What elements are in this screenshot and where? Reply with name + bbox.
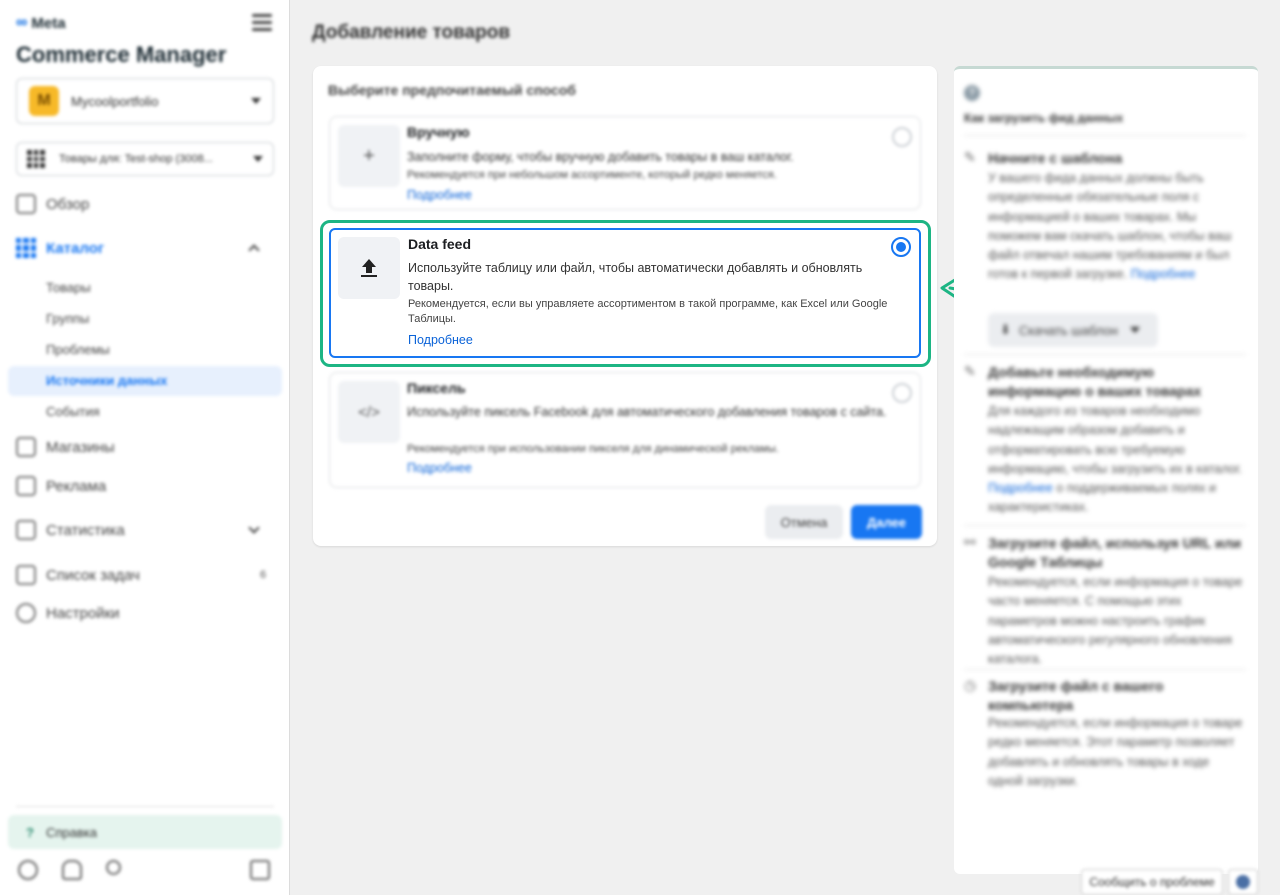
gear-icon bbox=[16, 603, 36, 623]
nav-catalog[interactable]: Каталог bbox=[16, 236, 104, 260]
option-note: Рекомендуется при небольшом ассортименте… bbox=[407, 169, 777, 181]
settings-gear-icon[interactable] bbox=[18, 860, 38, 880]
chart-icon bbox=[16, 520, 36, 540]
option-learn-more-link[interactable]: Подробнее bbox=[408, 333, 473, 347]
wrench-icon: ✎ bbox=[964, 149, 976, 165]
catalog-grid-icon bbox=[16, 238, 36, 258]
upload-icon bbox=[338, 237, 400, 299]
megaphone-icon bbox=[16, 476, 36, 496]
nav-sub-events[interactable]: События bbox=[46, 404, 100, 419]
download-icon: ⬇ bbox=[1000, 322, 1011, 337]
nav-sub-groups[interactable]: Группы bbox=[46, 311, 89, 326]
home-icon bbox=[16, 194, 36, 214]
option-pixel[interactable]: </> Пиксель Используйте пиксель Facebook… bbox=[329, 372, 921, 488]
nav-sub-issues[interactable]: Проблемы bbox=[46, 342, 110, 357]
option-data-feed[interactable]: Data feed Используйте таблицу или файл, … bbox=[329, 228, 921, 358]
nav-shops[interactable]: Магазины bbox=[16, 435, 115, 459]
link-icon: ⚯ bbox=[964, 534, 976, 550]
option-title: Пиксель bbox=[407, 380, 466, 396]
account-name: Mycoolportfolio bbox=[71, 93, 159, 109]
account-selector[interactable]: M Mycoolportfolio bbox=[16, 78, 274, 124]
help-button[interactable]: ? Справка bbox=[8, 815, 282, 849]
nav-settings[interactable]: Настройки bbox=[16, 601, 120, 625]
sidebar-footer bbox=[18, 860, 272, 884]
sidebar: ∞ Meta Commerce Manager M Mycoolportfolio… bbox=[0, 0, 290, 895]
option-manual[interactable]: + Вручную Заполните форму, чтобы вручную… bbox=[329, 116, 921, 210]
nav-sub-products[interactable]: Товары bbox=[46, 280, 91, 295]
caret-down-icon bbox=[251, 98, 261, 104]
option-learn-more-link[interactable]: Подробнее bbox=[407, 461, 472, 475]
radio-pixel[interactable] bbox=[892, 383, 912, 403]
cancel-button[interactable]: Отмена bbox=[765, 505, 843, 539]
meta-infinity-icon: ∞ bbox=[16, 14, 28, 31]
option-note: Рекомендуется при использовании пикселя … bbox=[407, 443, 779, 455]
card-heading: Выберите предпочитаемый способ bbox=[328, 82, 576, 98]
help-circle-icon: ? bbox=[964, 85, 980, 101]
clock-icon: ◷ bbox=[964, 677, 977, 693]
learn-more-link[interactable]: Подробнее bbox=[988, 481, 1053, 495]
caret-down-icon bbox=[1129, 327, 1140, 333]
help-panel: ? Как загрузить фид данных ✎ Начните с ш… bbox=[954, 66, 1258, 874]
nav-stats[interactable]: Статистика bbox=[16, 518, 125, 542]
app-title: Commerce Manager bbox=[16, 42, 227, 67]
report-problem-button[interactable]: Сообщить о проблеме bbox=[1081, 869, 1223, 895]
nav-tasks[interactable]: Список задач bbox=[16, 563, 140, 587]
option-desc: Заполните форму, чтобы вручную добавить … bbox=[407, 150, 794, 164]
nav-sub-data-sources[interactable]: Источники данных bbox=[46, 373, 167, 388]
code-icon: </> bbox=[338, 381, 400, 443]
grid-icon bbox=[27, 150, 45, 168]
option-desc: Используйте таблицу или файл, чтобы авто… bbox=[408, 261, 863, 293]
caret-down-icon bbox=[253, 156, 263, 162]
option-desc: Используйте пиксель Facebook для автомат… bbox=[407, 405, 887, 419]
radio-manual[interactable] bbox=[892, 127, 912, 147]
sidebar-divider bbox=[16, 806, 274, 807]
option-learn-more-link[interactable]: Подробнее bbox=[407, 188, 472, 202]
option-note: Рекомендуется, если вы управляете ассорт… bbox=[408, 298, 888, 325]
next-button[interactable]: Далее bbox=[851, 505, 922, 539]
meta-logo[interactable]: ∞ Meta bbox=[16, 14, 66, 32]
tasks-count-badge: 6 bbox=[260, 569, 267, 581]
tasks-icon bbox=[16, 565, 36, 585]
catalog-name: Товары для: Test-shop (3008... bbox=[59, 153, 213, 165]
help-panel-heading: Как загрузить фид данных bbox=[964, 111, 1124, 125]
question-icon: ? bbox=[26, 824, 34, 840]
download-template-button[interactable]: ⬇ Скачать шаблон bbox=[988, 313, 1158, 347]
globe-icon[interactable] bbox=[1228, 869, 1258, 895]
plus-icon: + bbox=[338, 125, 400, 187]
shop-icon bbox=[16, 437, 36, 457]
search-icon[interactable] bbox=[106, 860, 121, 875]
pencil-icon: ✎ bbox=[964, 363, 976, 379]
menu-icon[interactable] bbox=[252, 14, 272, 32]
option-title: Data feed bbox=[408, 236, 472, 252]
layout-toggle-icon[interactable] bbox=[250, 860, 270, 880]
catalog-selector[interactable]: Товары для: Test-shop (3008... bbox=[16, 142, 274, 176]
nav-overview[interactable]: Обзор bbox=[16, 192, 89, 216]
bell-icon[interactable] bbox=[62, 860, 82, 880]
radio-data-feed[interactable] bbox=[891, 237, 911, 257]
page-title: Добавление товаров bbox=[312, 22, 511, 43]
option-title: Вручную bbox=[407, 124, 470, 140]
chevron-up-icon[interactable] bbox=[248, 244, 260, 256]
learn-more-link[interactable]: Подробнее bbox=[1131, 267, 1196, 281]
account-avatar: M bbox=[29, 86, 59, 116]
chevron-down-icon[interactable] bbox=[248, 522, 260, 534]
nav-ads[interactable]: Реклама bbox=[16, 474, 106, 498]
